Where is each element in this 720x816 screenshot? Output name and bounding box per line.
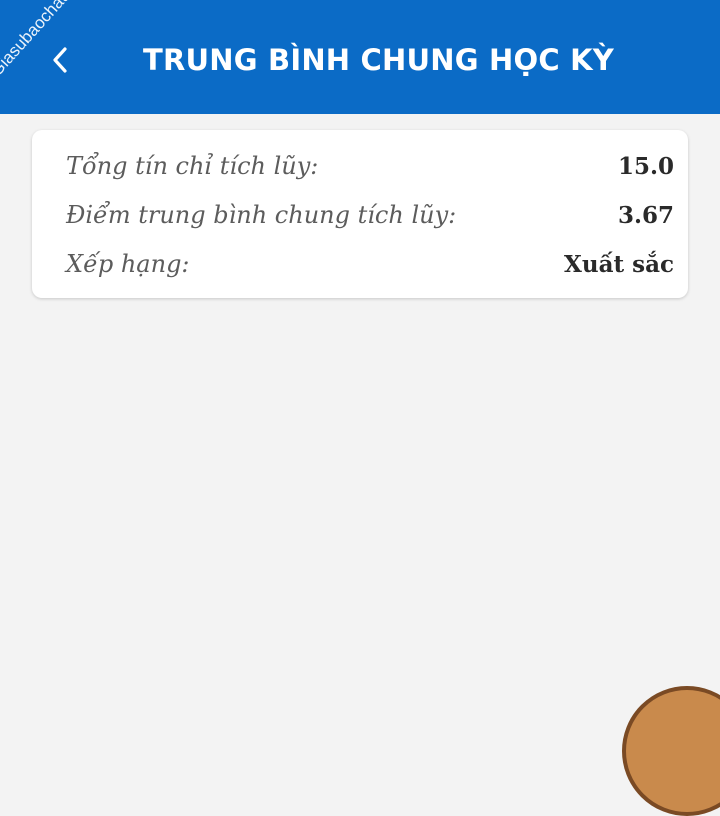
total-credits-row: Tổng tín chỉ tích lũy: 15.0 [66,148,674,184]
rank-value: Xuất sắc [564,250,674,278]
rank-row: Xếp hạng: Xuất sắc [66,246,674,282]
page-title: TRUNG BÌNH CHUNG HỌC KỲ [143,43,615,77]
app-bar: TRUNG BÌNH CHUNG HỌC KỲ [0,0,720,114]
summary-card: Tổng tín chỉ tích lũy: 15.0 Điểm trung b… [32,130,688,298]
gpa-label: Điểm trung bình chung tích lũy: [66,201,457,229]
total-credits-value: 15.0 [617,152,674,180]
rank-label: Xếp hạng: [66,250,190,278]
total-credits-label: Tổng tín chỉ tích lũy: [66,152,319,180]
back-button[interactable] [40,38,80,82]
gpa-row: Điểm trung bình chung tích lũy: 3.67 [66,197,674,233]
gpa-value: 3.67 [617,201,674,229]
chevron-left-icon [53,47,67,73]
